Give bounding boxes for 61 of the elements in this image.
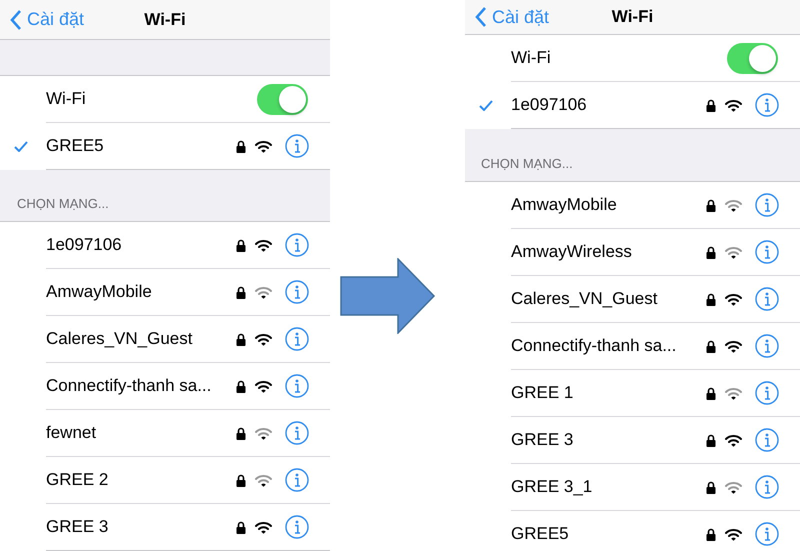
network-name: GREE 3_1 <box>511 477 594 497</box>
network-name: 1e097106 <box>511 95 588 115</box>
network-name: AmwayMobile <box>511 195 618 215</box>
network-row[interactable]: Caleres_VN_Guest <box>465 276 800 323</box>
screen-title: Wi-Fi <box>612 7 654 27</box>
setting-label: Wi-Fi <box>46 89 87 109</box>
network-row[interactable]: GREE 1 <box>465 370 800 417</box>
info-icon[interactable] <box>755 428 779 452</box>
screen-title: Wi-Fi <box>144 10 186 30</box>
info-icon[interactable] <box>285 233 309 257</box>
network-row[interactable]: AmwayMobile <box>465 182 800 229</box>
network-row[interactable]: AmwayMobile <box>0 269 330 316</box>
network-name: fewnet <box>46 423 98 443</box>
network-row[interactable]: GREE 3_1 <box>465 464 800 511</box>
info-icon[interactable] <box>285 421 309 445</box>
info-icon[interactable] <box>285 280 309 304</box>
network-name: GREE5 <box>511 524 570 544</box>
info-icon[interactable] <box>755 381 779 405</box>
network-name: GREE 3 <box>511 430 574 450</box>
info-icon[interactable] <box>755 193 779 217</box>
info-icon[interactable] <box>285 327 309 351</box>
info-icon[interactable] <box>755 240 779 264</box>
network-name: Caleres_VN_Guest <box>46 329 194 349</box>
wifi-switch[interactable] <box>727 42 778 74</box>
info-icon[interactable] <box>755 522 779 546</box>
network-name: Caleres_VN_Guest <box>511 289 658 309</box>
network-row[interactable]: Caleres_VN_Guest <box>0 316 330 363</box>
network-name: 1e097106 <box>46 235 123 255</box>
network-name: Connectify-thanh sa... <box>511 336 678 356</box>
info-icon[interactable] <box>755 475 779 499</box>
info-icon[interactable] <box>755 334 779 358</box>
network-row[interactable]: GREE 2 <box>0 457 330 504</box>
network-row[interactable]: GREE 3 <box>465 417 800 464</box>
network-name: GREE5 <box>46 136 105 156</box>
info-icon[interactable] <box>755 93 779 117</box>
network-row[interactable]: Connectify-thanh sa... <box>0 363 330 410</box>
network-row[interactable]: GREE5 <box>0 123 330 170</box>
network-name: GREE 1 <box>511 383 574 403</box>
network-row[interactable]: 1e097106 <box>465 82 800 129</box>
network-name: AmwayWireless <box>511 242 633 262</box>
network-row[interactable]: AmwayWireless <box>465 229 800 276</box>
setting-label: Wi-Fi <box>511 48 552 68</box>
info-icon[interactable] <box>285 468 309 492</box>
network-name: AmwayMobile <box>46 282 153 302</box>
network-row[interactable]: GREE 3 <box>0 504 330 551</box>
network-row[interactable]: Connectify-thanh sa... <box>465 323 800 370</box>
info-icon[interactable] <box>755 287 779 311</box>
chevron-left-icon <box>475 7 487 27</box>
wifi-switch[interactable] <box>257 84 308 114</box>
network-name: GREE 3 <box>46 517 110 537</box>
info-icon[interactable] <box>285 134 309 158</box>
network-row[interactable]: GREE5 <box>465 511 800 551</box>
network-name: GREE 2 <box>46 470 110 490</box>
network-row[interactable]: 1e097106 <box>0 222 330 269</box>
chevron-left-icon <box>10 10 22 30</box>
info-icon[interactable] <box>285 515 309 539</box>
section-header: CHỌN MẠNG... <box>17 196 109 211</box>
info-icon[interactable] <box>285 374 309 398</box>
network-row[interactable]: fewnet <box>0 410 330 457</box>
section-header: CHỌN MẠNG... <box>481 156 573 171</box>
network-name: Connectify-thanh sa... <box>46 376 212 396</box>
